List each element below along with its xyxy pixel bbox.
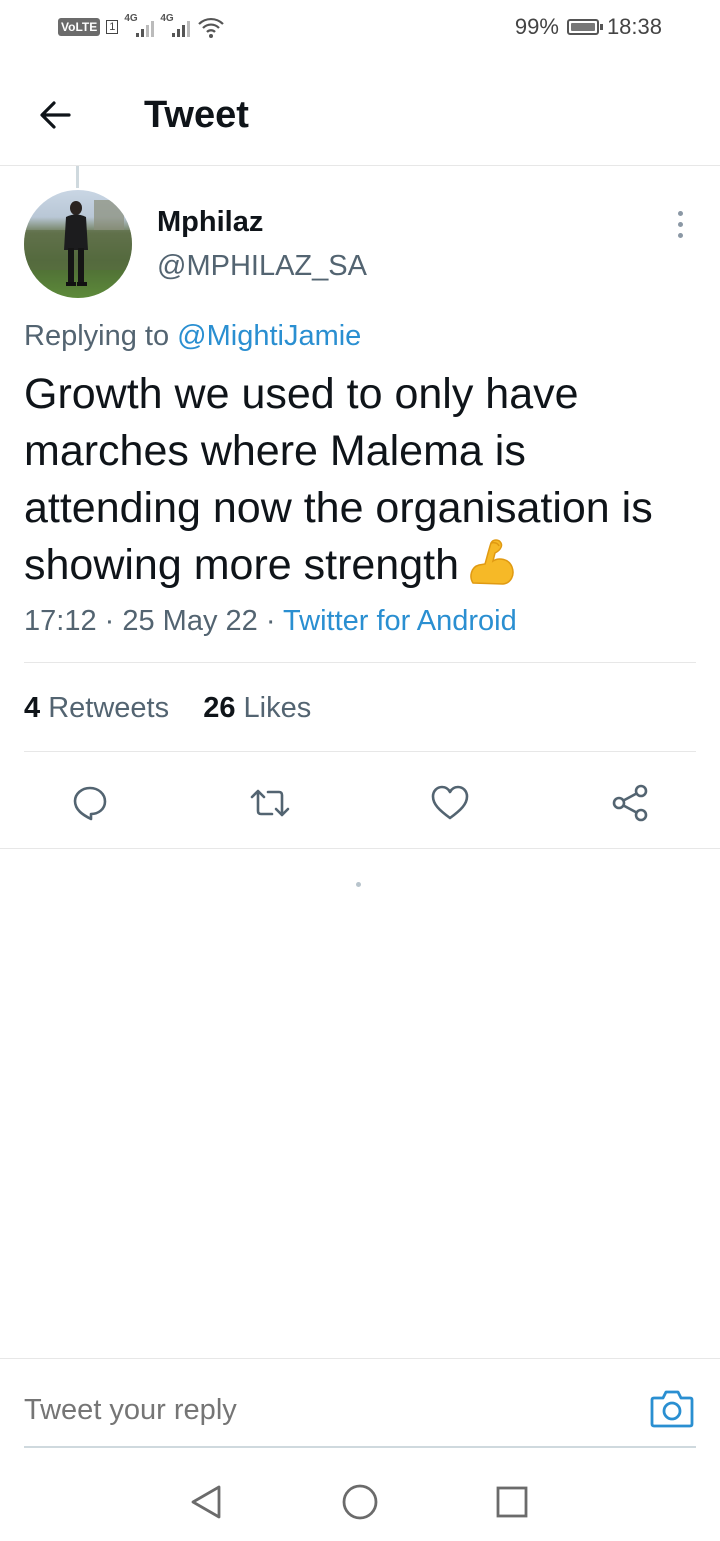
back-triangle-icon <box>191 1485 221 1519</box>
battery-fill <box>570 23 595 31</box>
tweet-stats: 4 Retweets 26 Likes <box>24 690 311 726</box>
reply-input-underline <box>24 1446 696 1448</box>
camera-icon <box>650 1390 694 1428</box>
retweet-button[interactable] <box>245 778 295 828</box>
home-circle-icon <box>342 1484 378 1520</box>
page-title: Tweet <box>144 94 249 136</box>
likes-count: 26 <box>203 692 236 724</box>
sim-indicator: 1 <box>106 20 119 34</box>
meta-separator: · <box>257 605 284 637</box>
volte-icon: VoLTE <box>58 18 101 36</box>
tweet-source-link[interactable]: Twitter for Android <box>283 605 517 637</box>
top-app-bar: Tweet <box>0 60 720 166</box>
wifi-icon <box>198 17 225 38</box>
divider <box>24 662 696 663</box>
replying-to-link[interactable]: @MightiJamie <box>177 320 361 352</box>
share-button[interactable] <box>605 778 655 828</box>
divider <box>24 751 696 752</box>
signal-icon: 4G <box>160 13 191 37</box>
camera-button[interactable] <box>648 1386 696 1432</box>
arrow-left-icon <box>40 101 71 129</box>
display-name[interactable]: Mphilaz <box>157 204 263 240</box>
meta-separator: · <box>96 605 123 637</box>
tweet-body: Growth we used to only have marches wher… <box>24 370 653 589</box>
reply-bar-divider <box>0 1358 720 1359</box>
replying-to: Replying to @MightiJamie <box>24 318 361 354</box>
clock: 18:38 <box>606 14 662 39</box>
avatar-photo <box>24 200 132 286</box>
retweets-count: 4 <box>24 692 41 724</box>
likes-label: Likes <box>243 692 312 724</box>
tweet-date: 25 May 22 <box>122 605 258 637</box>
nav-home-button[interactable] <box>338 1480 382 1524</box>
tweet-time: 17:12 <box>24 605 97 637</box>
tweet-text: Growth we used to only have marches wher… <box>24 366 704 594</box>
user-handle[interactable]: @MPHILAZ_SA <box>157 248 367 284</box>
like-icon <box>431 785 469 820</box>
more-vertical-icon <box>677 210 683 216</box>
reply-input[interactable] <box>24 1390 624 1430</box>
status-right: 99% 18:38 <box>515 12 662 42</box>
more-options-button[interactable] <box>662 206 698 242</box>
retweets-stat[interactable]: 4 Retweets <box>24 692 169 724</box>
avatar[interactable] <box>24 190 132 298</box>
network-type: 4G <box>160 13 174 24</box>
retweet-icon <box>250 789 290 817</box>
retweets-label: Retweets <box>48 692 170 724</box>
thread-connector <box>76 166 79 188</box>
reply-button[interactable] <box>65 778 115 828</box>
recents-square-icon <box>496 1486 528 1518</box>
replying-prefix: Replying to <box>24 320 170 352</box>
nav-back-button[interactable] <box>184 1480 228 1524</box>
tweet-meta: 17:12 · 25 May 22 · Twitter for Android <box>24 603 517 639</box>
network-type: 4G <box>124 13 138 24</box>
loading-indicator <box>356 882 361 887</box>
battery-icon <box>566 19 603 35</box>
like-button[interactable] <box>425 778 475 828</box>
nav-recents-button[interactable] <box>490 1480 534 1524</box>
back-button[interactable] <box>30 90 80 140</box>
share-icon <box>612 784 648 822</box>
status-left: VoLTE 1 4G 4G <box>58 13 226 40</box>
status-bar: VoLTE 1 4G 4G 99% 18:38 <box>0 0 720 54</box>
reply-icon <box>73 786 107 821</box>
tweet-actions <box>0 770 720 830</box>
likes-stat[interactable]: 26 Likes <box>203 692 311 724</box>
divider <box>0 848 720 849</box>
flexed-biceps-icon <box>470 539 514 585</box>
signal-icon: 4G <box>124 13 155 37</box>
battery-percent: 99% <box>514 14 559 39</box>
system-navigation-bar <box>0 1460 720 1541</box>
